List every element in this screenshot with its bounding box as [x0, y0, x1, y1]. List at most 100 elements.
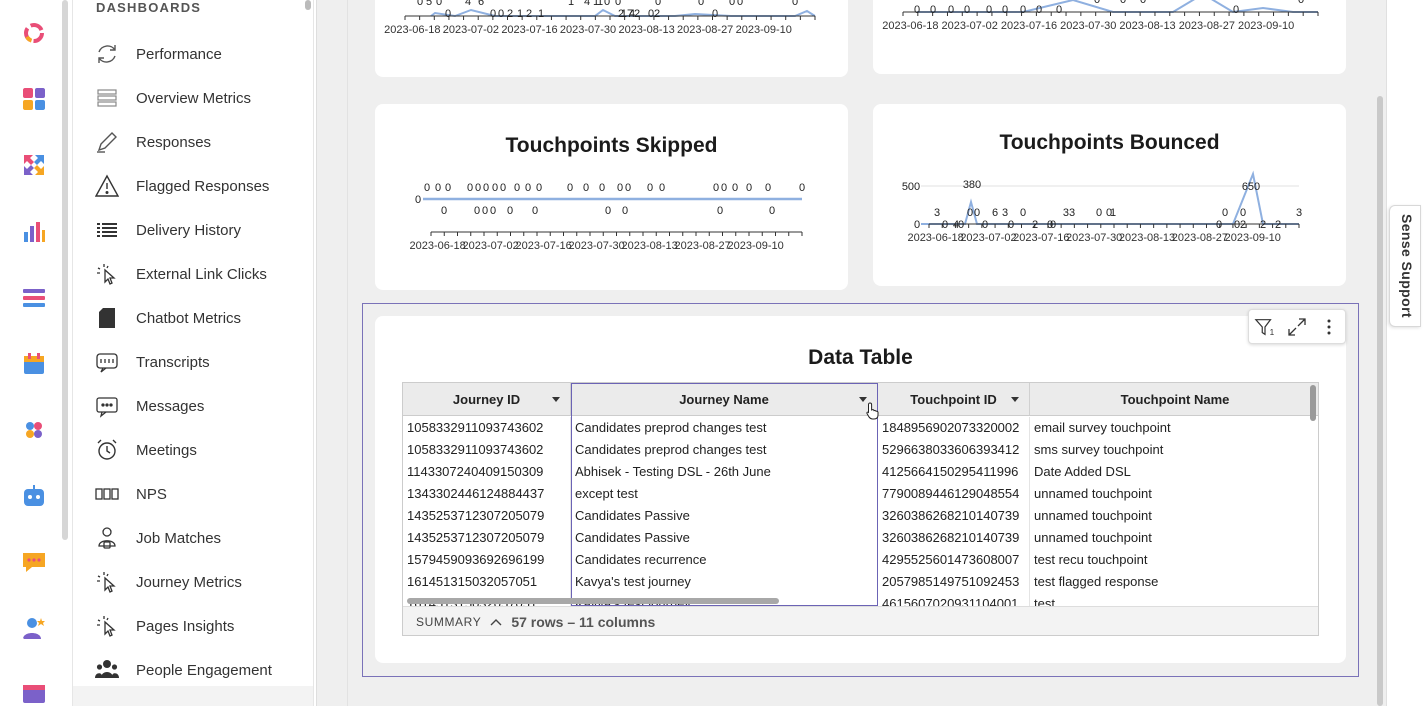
- chat-bubble-icon[interactable]: [22, 550, 46, 574]
- data-label: 650: [1242, 181, 1260, 193]
- table-cell[interactable]: 1343302446124884437: [403, 483, 571, 505]
- sidebar-item-flagged-responses[interactable]: Flagged Responses: [95, 170, 305, 202]
- data-label: 1: [597, 0, 603, 8]
- sidebar-item-nps[interactable]: NPS: [95, 478, 305, 510]
- table-row[interactable]: 1435253712307205079 Candidates Passive 326…: [403, 527, 1318, 549]
- browser-window-icon[interactable]: [22, 682, 46, 706]
- table-cell[interactable]: 4295525601473608007: [878, 549, 1030, 571]
- slack-icon[interactable]: [22, 418, 46, 442]
- sidebar-item-chatbot-metrics[interactable]: Chatbot Metrics: [95, 302, 305, 334]
- table-cell[interactable]: test recu touchpoint: [1030, 549, 1318, 571]
- table-cell[interactable]: unnamed touchpoint: [1030, 527, 1318, 549]
- table-cell[interactable]: 5296638033606393412: [878, 439, 1030, 461]
- data-label: 0: [436, 0, 442, 8]
- sidebar-item-overview-metrics[interactable]: Overview Metrics: [95, 82, 305, 114]
- column-header-journey-name[interactable]: Journey Name: [571, 383, 878, 415]
- data-label: 0: [967, 207, 973, 219]
- y-tick-label: 500: [902, 181, 920, 193]
- chevron-up-icon[interactable]: [490, 616, 502, 628]
- data-table-title: Data Table: [808, 346, 913, 369]
- table-cell[interactable]: sms survey touchpoint: [1030, 439, 1318, 461]
- table-cell[interactable]: except test: [571, 483, 878, 505]
- main-scrollbar[interactable]: [1377, 96, 1383, 706]
- table-cell[interactable]: 2057985149751092453: [878, 571, 1030, 593]
- column-header-touchpoint-name[interactable]: Touchpoint Name: [1030, 383, 1318, 415]
- data-label: 0: [1020, 4, 1026, 16]
- table-cell[interactable]: Kavya's test journey: [571, 571, 878, 593]
- data-label: 2: [1260, 219, 1266, 231]
- table-cell[interactable]: 1058332911093743602: [403, 439, 571, 461]
- sidebar-item-responses[interactable]: Responses: [95, 126, 305, 158]
- column-header-touchpoint-id[interactable]: Touchpoint ID: [878, 383, 1030, 415]
- sidebar-item-journey-metrics[interactable]: Journey Metrics: [95, 566, 305, 598]
- table-cell[interactable]: 1435253712307205079: [403, 505, 571, 527]
- column-header-journey-id[interactable]: Journey ID: [403, 383, 571, 415]
- sidebar-item-pages-insights[interactable]: Pages Insights: [95, 610, 305, 642]
- table-cell[interactable]: 3260386268210140739: [878, 505, 1030, 527]
- data-label: 0: [1233, 4, 1239, 16]
- alarm-clock-icon: [95, 438, 119, 462]
- brand-logo-icon[interactable]: [22, 21, 46, 45]
- filter-icon[interactable]: 1: [1254, 316, 1276, 338]
- table-cell[interactable]: unnamed touchpoint: [1030, 483, 1318, 505]
- table-vertical-scrollbar[interactable]: [1310, 385, 1316, 421]
- sort-caret-icon[interactable]: [552, 397, 560, 402]
- table-cell[interactable]: 1058332911093743602: [403, 417, 571, 439]
- table-row[interactable]: 1435253712307205079 Candidates Passive 326…: [403, 505, 1318, 527]
- table-cell[interactable]: unnamed touchpoint: [1030, 505, 1318, 527]
- table-row[interactable]: 1143307240409150309 Abhisek - Testing DSL…: [403, 461, 1318, 483]
- dashboard-grid-icon[interactable]: [22, 87, 46, 111]
- table-cell[interactable]: Date Added DSL: [1030, 461, 1318, 483]
- table-cell[interactable]: 7790089446129048554: [878, 483, 1030, 505]
- sidebar-item-performance[interactable]: Performance: [95, 38, 305, 70]
- arrows-exchange-icon[interactable]: [22, 153, 46, 177]
- data-label: 0: [417, 0, 423, 8]
- sidebar-item-people-engagement[interactable]: People Engagement: [95, 654, 305, 686]
- table-cell[interactable]: Candidates recurrence: [571, 549, 878, 571]
- x-tick-label: 2023-07-30: [1066, 232, 1122, 244]
- table-cell[interactable]: Candidates preprod changes test: [571, 417, 878, 439]
- table-cell[interactable]: 1579459093692696199: [403, 549, 571, 571]
- calendar-icon[interactable]: [22, 352, 46, 376]
- data-label: 33: [1063, 207, 1075, 219]
- sidebar-item-messages[interactable]: Messages: [95, 390, 305, 422]
- table-row[interactable]: 1579459093692696199 Candidates recurrence…: [403, 549, 1318, 571]
- table-horizontal-scrollbar[interactable]: [407, 598, 779, 604]
- data-label: 0: [647, 182, 653, 194]
- sidebar-item-delivery-history[interactable]: Delivery History: [95, 214, 305, 246]
- table-cell[interactable]: Candidates Passive: [571, 527, 878, 549]
- table-cell[interactable]: test flagged response: [1030, 571, 1318, 593]
- table-cell[interactable]: 1848956902073320002: [878, 417, 1030, 439]
- sidebar-item-meetings[interactable]: Meetings: [95, 434, 305, 466]
- table-cell[interactable]: 3260386268210140739: [878, 527, 1030, 549]
- table-row[interactable]: 1058332911093743602 Candidates preprod ch…: [403, 439, 1318, 461]
- person-star-icon[interactable]: [22, 616, 46, 640]
- bar-chart-icon[interactable]: [22, 220, 46, 244]
- table-cell[interactable]: 161451315032057051: [403, 571, 571, 593]
- table-row[interactable]: 1058332911093743602 Candidates preprod ch…: [403, 417, 1318, 439]
- line-chart-top-left: 2023-06-18 2023-07-02 2023-07-16 2023-07-30…: [384, 0, 816, 36]
- sidebar-item-external-link-clicks[interactable]: External Link Clicks: [95, 258, 305, 290]
- table-cell[interactable]: email survey touchpoint: [1030, 417, 1318, 439]
- table-row[interactable]: 1343302446124884437 except test 7790089446…: [403, 483, 1318, 505]
- table-cell[interactable]: 1143307240409150309: [403, 461, 571, 483]
- more-options-icon[interactable]: [1318, 316, 1340, 338]
- data-label: 0: [482, 205, 488, 217]
- data-label: 0: [721, 182, 727, 194]
- expand-icon[interactable]: [1286, 316, 1308, 338]
- rail-scrollbar[interactable]: [62, 0, 68, 540]
- sort-caret-icon[interactable]: [1011, 397, 1019, 402]
- table-cell[interactable]: 4125664150295411996: [878, 461, 1030, 483]
- sidebar-item-job-matches[interactable]: Job Matches: [95, 522, 305, 554]
- table-cell[interactable]: Candidates preprod changes test: [571, 439, 878, 461]
- table-cell[interactable]: Candidates Passive: [571, 505, 878, 527]
- bot-icon[interactable]: [22, 484, 46, 508]
- table-row[interactable]: 161451315032057051 Kavya's test journey 20…: [403, 571, 1318, 593]
- table-cell[interactable]: Abhisek - Testing DSL - 26th June: [571, 461, 878, 483]
- list-rows-icon[interactable]: [22, 286, 46, 310]
- sidebar-scrollbar[interactable]: [305, 0, 311, 10]
- data-label: 0: [1216, 219, 1222, 231]
- data-label: 0: [1096, 207, 1102, 219]
- table-cell[interactable]: 1435253712307205079: [403, 527, 571, 549]
- sidebar-item-transcripts[interactable]: Transcripts: [95, 346, 305, 378]
